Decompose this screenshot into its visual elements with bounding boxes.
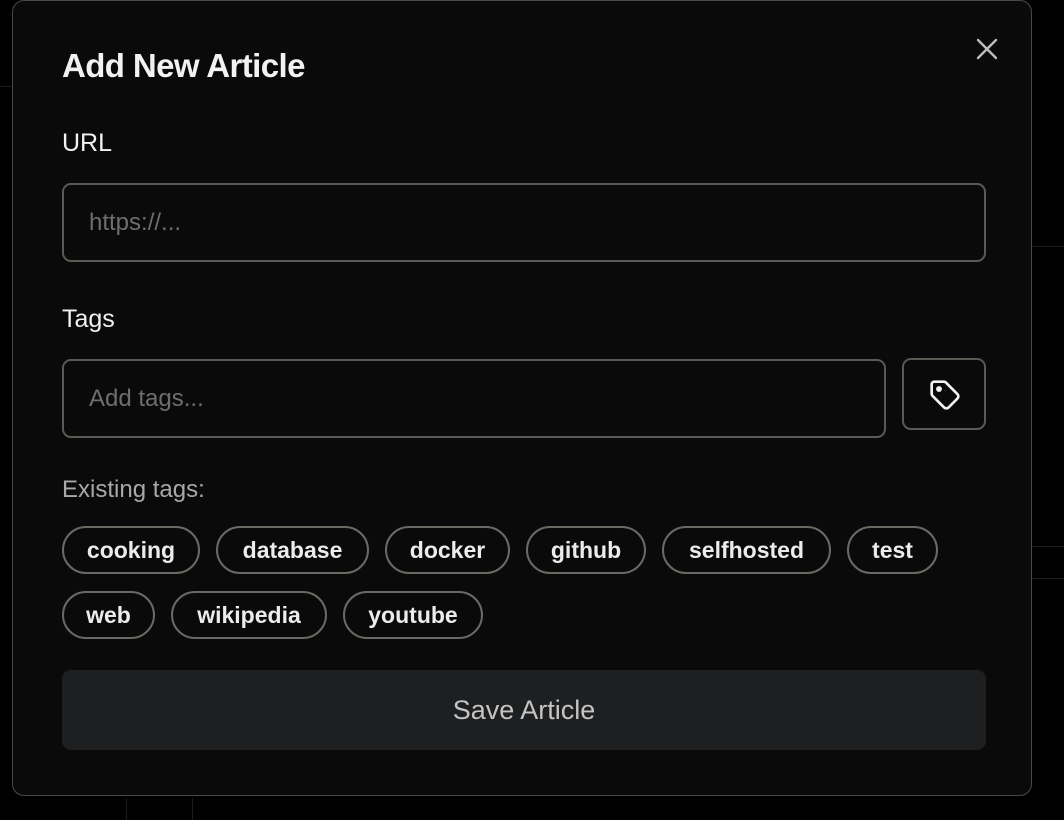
url-label: URL — [62, 129, 113, 157]
background-divider — [1032, 546, 1064, 547]
close-icon — [976, 38, 998, 60]
close-button[interactable] — [973, 35, 1001, 63]
tag-chip-docker[interactable]: docker — [385, 526, 510, 574]
background-divider — [192, 798, 193, 820]
background-divider — [1032, 578, 1064, 579]
add-tag-button[interactable] — [902, 358, 986, 430]
tag-chip-database[interactable]: database — [216, 526, 369, 574]
save-article-button[interactable]: Save Article — [62, 670, 986, 750]
background-divider — [126, 798, 127, 820]
tag-chip-test[interactable]: test — [847, 526, 938, 574]
tags-label: Tags — [62, 305, 115, 333]
existing-tags-label: Existing tags: — [62, 476, 205, 503]
tag-chip-cooking[interactable]: cooking — [62, 526, 200, 574]
tag-chip-selfhosted[interactable]: selfhosted — [662, 526, 831, 574]
tags-input[interactable] — [62, 359, 886, 438]
tag-icon — [930, 380, 960, 410]
tag-chip-wikipedia[interactable]: wikipedia — [171, 591, 327, 639]
tag-chip-github[interactable]: github — [526, 526, 646, 574]
background-divider — [1032, 246, 1064, 247]
tag-chip-web[interactable]: web — [62, 591, 155, 639]
dialog-title: Add New Article — [62, 47, 305, 84]
tag-chip-youtube[interactable]: youtube — [343, 591, 483, 639]
url-input[interactable] — [62, 183, 986, 262]
add-article-dialog: Add New Article URL Tags Existing tags: … — [12, 0, 1032, 796]
